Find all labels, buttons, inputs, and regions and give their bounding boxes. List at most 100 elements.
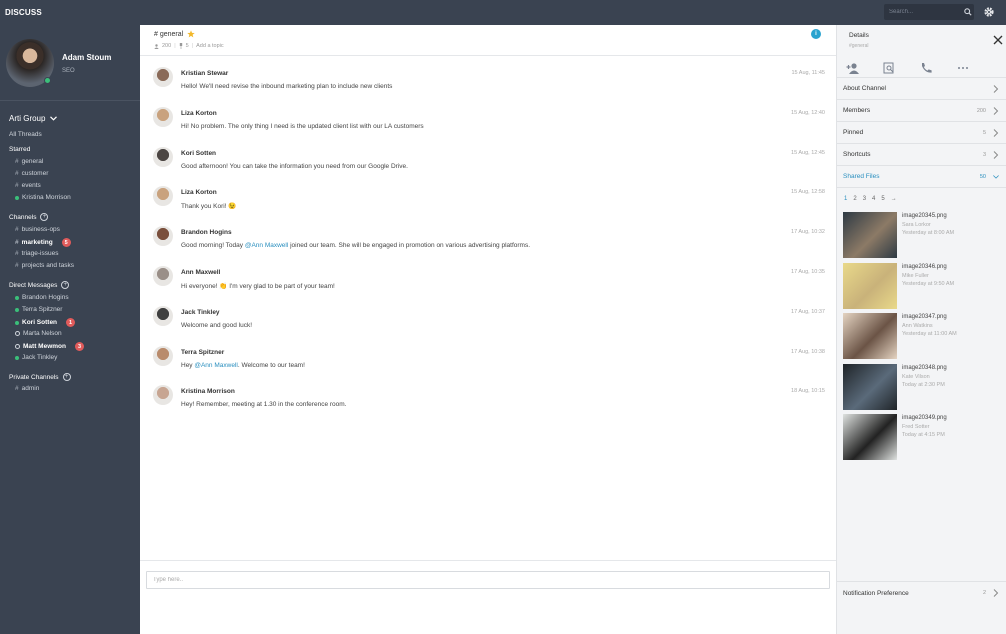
workspace-switcher[interactable]: Arti Group xyxy=(9,114,58,123)
sidebar-item-marketing[interactable]: # marketing 5 xyxy=(15,238,71,247)
add-user-icon[interactable] xyxy=(846,62,860,74)
sidebar-item-brandon-hogins[interactable]: Brandon Hogins xyxy=(15,294,69,301)
file-thumbnail[interactable] xyxy=(843,313,897,359)
message-author[interactable]: Brandon Hogins xyxy=(181,229,232,236)
add-private-channel-icon[interactable]: + xyxy=(62,373,71,381)
divider xyxy=(140,560,836,561)
avatar[interactable] xyxy=(153,345,173,366)
shared-file-item[interactable]: image20346.png Mike Fuller Yesterday at 9:… xyxy=(843,262,1003,309)
sidebar-item-matt-mewmon[interactable]: Matt Mewmon 3 xyxy=(15,342,84,351)
add-topic-link[interactable]: Add a topic xyxy=(196,43,224,49)
search-input[interactable] xyxy=(884,9,962,15)
sidebar-item-terra-spitzner[interactable]: Terra Spitzner xyxy=(15,306,62,313)
pin-count[interactable]: 5 xyxy=(186,43,189,49)
message-composer[interactable] xyxy=(146,571,830,589)
avatar[interactable] xyxy=(153,186,173,207)
members-row[interactable]: Members 200 xyxy=(837,100,1006,122)
avatar[interactable] xyxy=(153,226,173,247)
message-author[interactable]: Kristian Stewar xyxy=(181,70,228,77)
sidebar-item-kori-sotten[interactable]: Kori Sotten 1 xyxy=(15,318,76,327)
shared-file-item[interactable]: image20349.png Fred Sotter Today at 4:15 P… xyxy=(843,414,1003,460)
message-item[interactable]: Kristina Morrison 18 Aug, 10:15 Hey! Remem… xyxy=(153,385,825,421)
avatar[interactable] xyxy=(153,266,173,286)
file-date: Yesterday at 8:00 AM xyxy=(902,230,955,236)
message-author[interactable]: Liza Korton xyxy=(181,110,217,117)
shared-files-row[interactable]: Shared Files 50 xyxy=(837,166,1006,188)
phone-icon[interactable] xyxy=(919,62,933,74)
file-thumbnail[interactable] xyxy=(843,363,897,410)
sidebar-item-kristina-morrison[interactable]: Kristina Morrison xyxy=(15,194,71,201)
avatar[interactable] xyxy=(153,305,173,326)
close-icon[interactable] xyxy=(993,35,1003,45)
page-1[interactable]: 1 xyxy=(844,196,847,202)
message-author[interactable]: Kori Sotten xyxy=(181,150,216,157)
message-item[interactable]: Liza Korton 15 Aug, 12:58 Thank you Kori! … xyxy=(153,186,825,222)
search-messages-icon[interactable] xyxy=(882,62,896,74)
add-dm-icon[interactable]: + xyxy=(61,281,70,289)
avatar[interactable] xyxy=(153,385,173,406)
sidebar-item-customer[interactable]: # customer xyxy=(15,170,48,177)
file-thumbnail[interactable] xyxy=(843,262,897,309)
message-text: Hey @Ann Maxwell. Welcome to our team! xyxy=(181,361,305,369)
file-thumbnail[interactable] xyxy=(843,212,897,258)
add-channel-icon[interactable]: + xyxy=(40,213,49,221)
sidebar-item-projects-and-tasks[interactable]: # projects and tasks xyxy=(15,262,74,269)
shortcuts-row[interactable]: Shortcuts 3 xyxy=(837,144,1006,166)
avatar[interactable] xyxy=(153,67,173,87)
page-5[interactable]: 5 xyxy=(881,196,884,202)
message-item[interactable]: Ann Maxwell 17 Aug, 10:35 Hi everyone! 👏 I… xyxy=(153,266,825,302)
message-item[interactable]: Terra Spitzner 17 Aug, 10:38 Hey @Ann Maxw… xyxy=(153,345,825,382)
star-icon[interactable] xyxy=(187,30,195,38)
avatar[interactable] xyxy=(153,146,173,167)
sidebar-item-events[interactable]: # events xyxy=(15,182,41,189)
page-3[interactable]: 3 xyxy=(863,196,866,202)
file-owner: Kate Vilson xyxy=(902,373,930,380)
sidebar-item-marta-nelson[interactable]: Marta Nelson xyxy=(15,330,62,337)
message-input[interactable] xyxy=(147,572,829,588)
message-item[interactable]: Liza Korton 15 Aug, 12:40 Hi! No problem. … xyxy=(153,106,825,143)
sidebar-item-general[interactable]: # general xyxy=(15,158,43,165)
file-owner: Fred Sotter xyxy=(902,424,930,430)
shortcuts-count: 3 xyxy=(982,151,986,158)
members-count: 200 xyxy=(976,107,986,114)
info-icon[interactable]: i xyxy=(811,29,821,39)
file-name[interactable]: image20346.png xyxy=(902,264,947,270)
file-thumbnail[interactable] xyxy=(843,414,897,460)
more-icon[interactable] xyxy=(956,62,970,74)
message-author[interactable]: Ann Maxwell xyxy=(181,269,220,276)
sidebar-item-business-ops[interactable]: # business-ops xyxy=(15,226,60,233)
message-item[interactable]: Kristian Stewar 15 Aug, 11:45 Hello! We'll… xyxy=(153,67,825,103)
gear-icon[interactable] xyxy=(983,6,995,18)
message-item[interactable]: Jack Tinkley 17 Aug, 10:37 Welcome and goo… xyxy=(153,305,825,342)
sidebar-item-admin[interactable]: # admin xyxy=(15,385,39,392)
file-name[interactable]: image20345.png xyxy=(902,213,947,219)
message-item[interactable]: Brandon Hogins 17 Aug, 10:32 Good morning!… xyxy=(153,226,825,262)
user-mention[interactable]: @Ann Maxwell xyxy=(245,242,288,249)
avatar[interactable] xyxy=(153,106,173,127)
message-author[interactable]: Liza Korton xyxy=(181,189,217,196)
page-2[interactable]: 2 xyxy=(853,196,856,202)
all-threads-link[interactable]: All Threads xyxy=(9,131,42,138)
shared-file-item[interactable]: image20348.png Kate Vilson Today at 2:30 P… xyxy=(843,363,1003,410)
file-name[interactable]: image20349.png xyxy=(902,415,947,421)
shared-file-item[interactable]: image20345.png Sara Lorkor Yesterday at 8:… xyxy=(843,212,1003,258)
user-mention[interactable]: @Ann Maxwell xyxy=(194,362,237,369)
file-name[interactable]: image20347.png xyxy=(902,314,947,320)
file-name[interactable]: image20348.png xyxy=(902,365,947,371)
message-author[interactable]: Kristina Morrison xyxy=(181,388,235,395)
search-box[interactable] xyxy=(884,4,974,20)
search-icon[interactable] xyxy=(962,8,974,16)
message-author[interactable]: Terra Spitzner xyxy=(181,349,224,356)
about-channel-row[interactable]: About Channel xyxy=(837,78,1006,100)
notification-preference-row[interactable]: Notification Preference 2 xyxy=(837,581,1006,604)
pinned-row[interactable]: Pinned 5 xyxy=(837,122,1006,144)
message-item[interactable]: Kori Sotten 15 Aug, 12:45 Good afternoon! … xyxy=(153,146,825,183)
shared-file-item[interactable]: image20347.png Ann Watkins Yesterday at 11… xyxy=(843,313,1003,359)
sidebar-item-jack-tinkley[interactable]: Jack Tinkley xyxy=(15,354,57,361)
message-author[interactable]: Jack Tinkley xyxy=(181,309,220,316)
sidebar-item-triage-issues[interactable]: # triage-issues xyxy=(15,250,58,257)
pagination: 1 2 3 4 5 → xyxy=(844,196,897,202)
member-count[interactable]: 200 xyxy=(162,43,171,49)
next-page-arrow[interactable]: → xyxy=(891,196,897,202)
page-4[interactable]: 4 xyxy=(872,196,875,202)
